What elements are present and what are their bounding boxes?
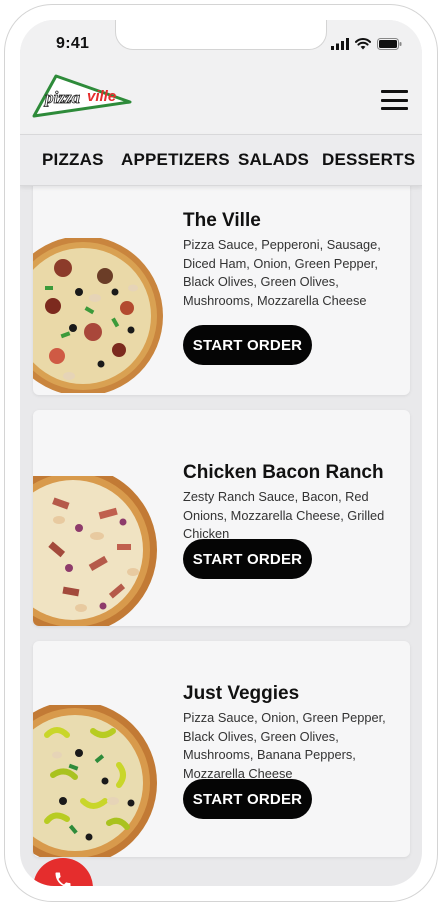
phone-icon bbox=[55, 872, 71, 886]
pizza-image bbox=[33, 701, 165, 857]
wifi-icon bbox=[355, 38, 371, 50]
card-description: Pizza Sauce, Onion, Green Pepper, Black … bbox=[183, 710, 386, 781]
screen: 9:41 pizza ville PIZZAS APPETIZERS SALAD… bbox=[20, 20, 422, 886]
category-nav: PIZZAS APPETIZERS SALADS DESSERTS bbox=[20, 134, 422, 186]
status-icons bbox=[331, 38, 402, 50]
pizza-image bbox=[33, 236, 165, 395]
status-time: 9:41 bbox=[56, 35, 90, 52]
start-order-button[interactable]: START ORDER bbox=[183, 325, 312, 365]
svg-text:pizza: pizza bbox=[43, 88, 80, 107]
start-order-button[interactable]: START ORDER bbox=[183, 539, 312, 579]
nav-tab-desserts[interactable]: DESSERTS bbox=[322, 150, 415, 170]
card-title: The Ville bbox=[183, 210, 261, 231]
call-button[interactable] bbox=[33, 858, 93, 886]
nav-tab-appetizers[interactable]: APPETIZERS bbox=[121, 150, 230, 170]
signal-icon bbox=[331, 38, 349, 50]
menu-card: Just Veggies Pizza Sauce, Onion, Green P… bbox=[33, 641, 410, 857]
menu-card: The Ville Pizza Sauce, Pepperoni, Sausag… bbox=[33, 178, 410, 395]
hamburger-menu-icon[interactable] bbox=[381, 90, 408, 112]
nav-tab-pizzas[interactable]: PIZZAS bbox=[42, 150, 104, 170]
card-title: Chicken Bacon Ranch bbox=[183, 462, 384, 483]
battery-icon bbox=[377, 38, 402, 50]
menu-card: Chicken Bacon Ranch Zesty Ranch Sauce, B… bbox=[33, 410, 410, 626]
start-order-button[interactable]: START ORDER bbox=[183, 779, 312, 819]
card-title: Just Veggies bbox=[183, 683, 300, 704]
card-description: Pizza Sauce, Pepperoni, Sausage, Diced H… bbox=[183, 237, 381, 308]
phone-notch bbox=[115, 20, 327, 50]
nav-tab-salads[interactable]: SALADS bbox=[238, 150, 309, 170]
svg-text:ville: ville bbox=[87, 88, 116, 105]
pizza-image bbox=[33, 466, 165, 626]
card-description: Zesty Ranch Sauce, Bacon, Red Onions, Mo… bbox=[183, 489, 385, 541]
pizzaville-logo[interactable]: pizza ville bbox=[30, 72, 134, 123]
app-header: pizza ville bbox=[20, 70, 422, 134]
